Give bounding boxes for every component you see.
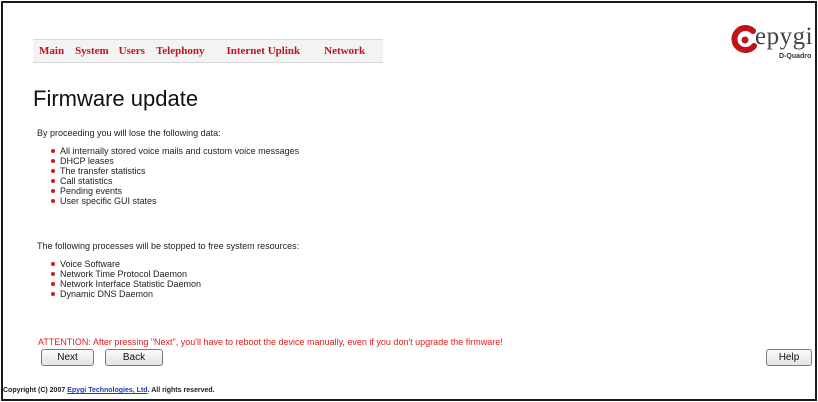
- stop-processes-list: Voice Software Network Time Protocol Dae…: [51, 259, 201, 299]
- bullet-icon: [51, 159, 55, 163]
- bullet-icon: [51, 199, 55, 203]
- logo-wordmark: epygi: [755, 23, 814, 50]
- list-item: Network Time Protocol Daemon: [51, 269, 201, 279]
- menu-item-telephony[interactable]: Telephony: [156, 45, 205, 57]
- bullet-icon: [51, 169, 55, 173]
- logo-product-name: D-Quadro: [779, 53, 812, 60]
- list-item: Dynamic DNS Daemon: [51, 289, 201, 299]
- list-item: Voice Software: [51, 259, 201, 269]
- lose-data-intro: By proceeding you will lose the followin…: [37, 128, 221, 138]
- company-link[interactable]: Epygi Technologies, Ltd: [67, 387, 147, 394]
- help-button[interactable]: Help: [766, 349, 812, 366]
- app-window: Main System Users Telephony Internet Upl…: [1, 1, 817, 401]
- epygi-logo: epygi D-Quadro: [729, 23, 815, 65]
- menu-item-network[interactable]: Network: [324, 45, 365, 57]
- menu-item-main[interactable]: Main: [39, 45, 64, 57]
- back-button[interactable]: Back: [105, 349, 163, 366]
- bullet-icon: [51, 149, 55, 153]
- list-item: All internally stored voice mails and cu…: [51, 146, 299, 156]
- menu-item-users[interactable]: Users: [119, 45, 145, 57]
- bullet-icon: [51, 189, 55, 193]
- list-item: User specific GUI states: [51, 196, 299, 206]
- page-title: Firmware update: [33, 86, 199, 111]
- next-button[interactable]: Next: [41, 349, 94, 366]
- bullet-icon: [51, 179, 55, 183]
- stop-processes-intro: The following processes will be stopped …: [37, 241, 300, 251]
- menu-item-system[interactable]: System: [75, 45, 109, 57]
- bullet-icon: [51, 262, 55, 266]
- menu-item-internet-uplink[interactable]: Internet Uplink: [226, 45, 300, 57]
- list-item: Call statistics: [51, 176, 299, 186]
- list-item: Pending events: [51, 186, 299, 196]
- bullet-icon: [51, 292, 55, 296]
- main-menu-bar: Main System Users Telephony Internet Upl…: [33, 39, 383, 63]
- bullet-icon: [51, 282, 55, 286]
- lose-data-list: All internally stored voice mails and cu…: [51, 146, 299, 206]
- bullet-icon: [51, 272, 55, 276]
- list-item: DHCP leases: [51, 156, 299, 166]
- attention-warning: ATTENTION: After pressing "Next", you'll…: [38, 337, 503, 347]
- copyright-footer: Copyright (C) 2007 Epygi Technologies, L…: [3, 387, 215, 394]
- list-item: Network Interface Statistic Daemon: [51, 279, 201, 289]
- list-item: The transfer statistics: [51, 166, 299, 176]
